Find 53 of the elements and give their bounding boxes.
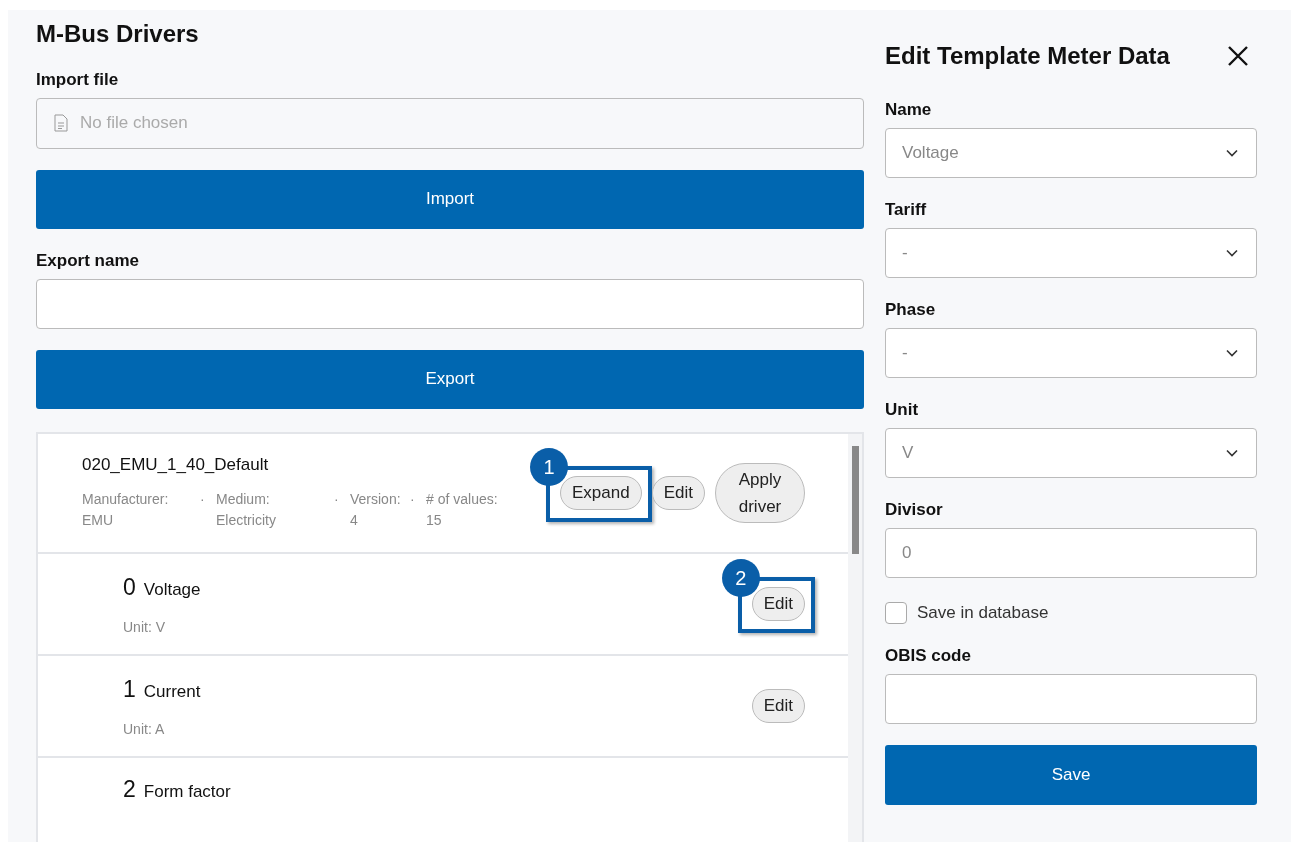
panel-title: Edit Template Meter Data — [885, 42, 1170, 70]
text-field[interactable]: 0 — [885, 528, 1257, 578]
meta-text: # of values: 15 — [426, 490, 499, 530]
field-label: Export name — [36, 251, 140, 271]
edit-button[interactable]: Edit — [751, 587, 805, 621]
document-icon — [54, 114, 68, 133]
text-field[interactable] — [885, 674, 1257, 724]
close-icon[interactable] — [1227, 45, 1249, 67]
chevron-down-icon — [1226, 249, 1238, 257]
chevron-down-icon — [1226, 149, 1238, 157]
page-title: M-Bus Drivers — [36, 20, 200, 48]
field-label: Unit — [885, 400, 920, 420]
scrollbar-thumb[interactable] — [852, 446, 859, 554]
value-unit: Unit: A — [123, 720, 166, 737]
callout-badge: 2 — [721, 559, 760, 597]
driver-name: 020_EMU_1_40_Default — [82, 455, 269, 475]
chevron-down-icon — [1226, 349, 1238, 357]
field-label: Name — [885, 100, 933, 120]
export-name-field[interactable] — [36, 279, 864, 329]
file-placeholder: No file chosen — [80, 113, 188, 134]
value-index: 2 — [123, 776, 136, 803]
field-label: Tariff — [885, 200, 928, 220]
meta-text: Manufacturer: EMU — [82, 490, 170, 530]
value-name: Voltage — [143, 579, 201, 600]
field-label: Phase — [885, 300, 937, 320]
separator-dot: · — [410, 490, 416, 509]
driver-button[interactable]: Expand — [560, 476, 642, 510]
meta-text: Medium: Electricity — [216, 490, 277, 530]
value-name: Current — [143, 681, 201, 702]
separator-dot: · — [200, 490, 206, 509]
driver-button[interactable]: Apply driver — [715, 463, 805, 523]
separator-dot: · — [334, 490, 340, 509]
save-button[interactable]: Save — [885, 745, 1257, 805]
callout-badge: 1 — [530, 448, 569, 486]
value-index: 1 — [123, 675, 136, 703]
dropdown-field[interactable]: - — [885, 228, 1257, 278]
chevron-down-icon — [1226, 449, 1238, 457]
checkbox[interactable] — [885, 602, 907, 624]
value-unit: Unit: V — [123, 618, 166, 635]
edit-button[interactable]: Edit — [751, 689, 805, 723]
field-label: OBIS code — [885, 646, 972, 666]
driver-button[interactable]: Edit — [651, 476, 705, 510]
checkbox-label: Save in database — [917, 603, 1049, 623]
dropdown-field[interactable]: - — [885, 328, 1257, 378]
import-button[interactable]: Import — [36, 169, 864, 229]
meta-text: Version: 4 — [350, 490, 400, 530]
export-button[interactable]: Export — [36, 349, 864, 409]
field-label: Divisor — [885, 500, 944, 520]
dropdown-field[interactable]: V — [885, 428, 1257, 478]
field-label: Import file — [36, 70, 120, 90]
value-name: Form factor — [143, 782, 231, 802]
value-index: 0 — [123, 573, 136, 601]
dropdown-field[interactable]: Voltage — [885, 128, 1257, 178]
